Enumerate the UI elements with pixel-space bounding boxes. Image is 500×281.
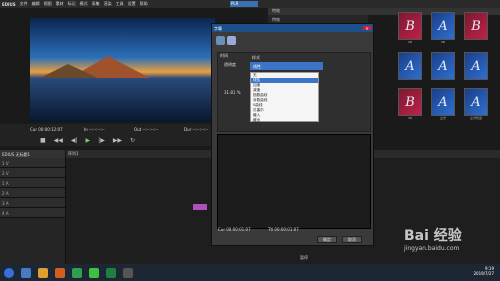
app-icon[interactable] — [89, 267, 99, 278]
dialog-ttl: Ttl 00:00:01:07 — [268, 227, 299, 232]
type-label: 样式 — [252, 55, 260, 60]
effect-thumb[interactable]: A — [464, 88, 488, 116]
project-label: EDIUS 无标题1 — [0, 150, 65, 158]
ok-button[interactable]: 确定 — [317, 236, 337, 243]
close-icon[interactable]: ✕ — [363, 26, 371, 31]
dropdown-option[interactable]: 缓出 — [251, 118, 318, 123]
status-text: 暂停 — [300, 255, 308, 260]
menu-clip[interactable]: 素材 — [56, 1, 64, 7]
menu-settings[interactable]: 设置 — [128, 1, 136, 7]
watermark-main: Bai 经验 — [404, 228, 462, 244]
track-header[interactable]: 3 A — [0, 198, 65, 208]
transport-controls: ■ ◀◀ ◀| ▶ |▶ ▶▶ ↻ — [40, 137, 135, 144]
dialog-titlebar[interactable]: 字幕 ✕ — [212, 24, 373, 32]
thumb-label: 3D — [407, 40, 413, 44]
right-toolbar — [268, 0, 500, 8]
menu-render[interactable]: 渲染 — [104, 1, 112, 7]
ie-icon[interactable] — [21, 267, 31, 278]
easing-dropdown: 无 线性 加速 减速 指数曲线 对数曲线 S曲线 贝塞尔 缓入 缓出 — [250, 72, 319, 122]
folder-icon[interactable] — [38, 267, 48, 278]
firefox-icon[interactable] — [55, 267, 65, 278]
edius-icon[interactable] — [106, 267, 116, 278]
watermark-sub: jingyan.baidu.com — [404, 245, 460, 252]
effect-thumbnails: B 3D A 3D B A A A B 3D A 立方 A 立方管道 — [398, 12, 498, 120]
pgm-badge[interactable]: PLR — [230, 1, 258, 7]
mountain-shape-small — [40, 64, 98, 78]
track-header[interactable]: 1 V — [0, 158, 65, 168]
opacity-value: 31.81 % — [224, 90, 241, 95]
watermark: Bai 经验 jingyan.baidu.com — [404, 225, 490, 259]
effect-thumb[interactable]: A — [431, 52, 455, 80]
start-icon[interactable] — [4, 267, 14, 278]
track-header[interactable]: 4 A — [0, 208, 65, 218]
thumb-label: 3D — [440, 40, 446, 44]
stop-icon[interactable]: ■ — [40, 137, 46, 144]
track-header[interactable]: 1 A — [0, 178, 65, 188]
sequence-tab[interactable]: 序列1 — [68, 151, 79, 157]
menu-file[interactable]: 文件 — [20, 1, 28, 7]
loop-icon[interactable]: ↻ — [130, 137, 135, 144]
effect-thumb[interactable]: B — [464, 12, 488, 40]
timecode-cur: Cur 00:00:12:07 — [30, 127, 63, 132]
step-forward-icon[interactable]: |▶ — [98, 137, 105, 144]
effect-thumb[interactable]: A — [431, 88, 455, 116]
taskbar: 9:19 2019/7/27 — [0, 264, 500, 281]
effect-dialog: 字幕 ✕ 时间 透明度 31.81 % 样式 线性 无 线性 加速 减速 指数曲… — [211, 23, 374, 246]
track-headers: EDIUS 无标题1 1 V 2 V 1 A 2 A 3 A 4 A — [0, 150, 66, 264]
menu-edit[interactable]: 编辑 — [32, 1, 40, 7]
menu-help[interactable]: 帮助 — [140, 1, 148, 7]
mode-label: 时间 — [220, 53, 228, 58]
effect-thumb[interactable]: A — [398, 52, 422, 80]
app-logo: EDIUS — [2, 1, 16, 7]
effect-thumb[interactable]: B — [398, 12, 422, 40]
dialog-title: 字幕 — [214, 26, 222, 31]
image-icon[interactable] — [216, 36, 225, 45]
media-icon[interactable] — [72, 267, 82, 278]
opacity-label: 透明度 — [224, 62, 236, 67]
timecode-dur: Dur --:--:--:-- — [184, 127, 209, 132]
keyframe-timeline[interactable] — [217, 134, 371, 229]
menu-mode[interactable]: 模式 — [80, 1, 88, 7]
play-icon[interactable]: ▶ — [86, 137, 91, 144]
thumb-label: 3D — [407, 116, 413, 120]
menu-capture[interactable]: 采集 — [92, 1, 100, 7]
dialog-cur: Cur 00:00:01:07 — [218, 227, 251, 232]
thumb-label: 立方管道 — [469, 116, 482, 120]
clock-date: 2019/7/27 — [473, 271, 494, 276]
easing-select[interactable]: 线性 — [250, 62, 323, 70]
effect-thumb[interactable]: A — [431, 12, 455, 40]
thumb-label: 立方 — [439, 116, 446, 120]
settings-icon[interactable] — [227, 36, 236, 45]
timeline-clip[interactable] — [193, 204, 207, 210]
timecode-out: Out --:--:--:-- — [134, 127, 159, 132]
cancel-button[interactable]: 取消 — [342, 236, 362, 243]
step-back-icon[interactable]: ◀| — [71, 137, 78, 144]
timecode-in: In --:--:--:-- — [84, 127, 105, 132]
effect-thumb[interactable]: B — [398, 88, 422, 116]
track-header[interactable]: 2 V — [0, 168, 65, 178]
window-icon[interactable] — [123, 267, 133, 278]
fast-forward-icon[interactable]: ▶▶ — [113, 137, 122, 144]
preview-monitor — [30, 18, 215, 122]
menu-marker[interactable]: 标记 — [68, 1, 76, 7]
menu-tools[interactable]: 工具 — [116, 1, 124, 7]
menu-bar: EDIUS 文件 编辑 视图 素材 标记 模式 采集 渲染 工具 设置 帮助 — [0, 0, 268, 8]
effect-thumb[interactable]: A — [464, 52, 488, 80]
rewind-icon[interactable]: ◀◀ — [54, 137, 63, 144]
menu-view[interactable]: 视图 — [44, 1, 52, 7]
track-header[interactable]: 2 A — [0, 188, 65, 198]
clock[interactable]: 9:19 2019/7/27 — [473, 266, 494, 276]
